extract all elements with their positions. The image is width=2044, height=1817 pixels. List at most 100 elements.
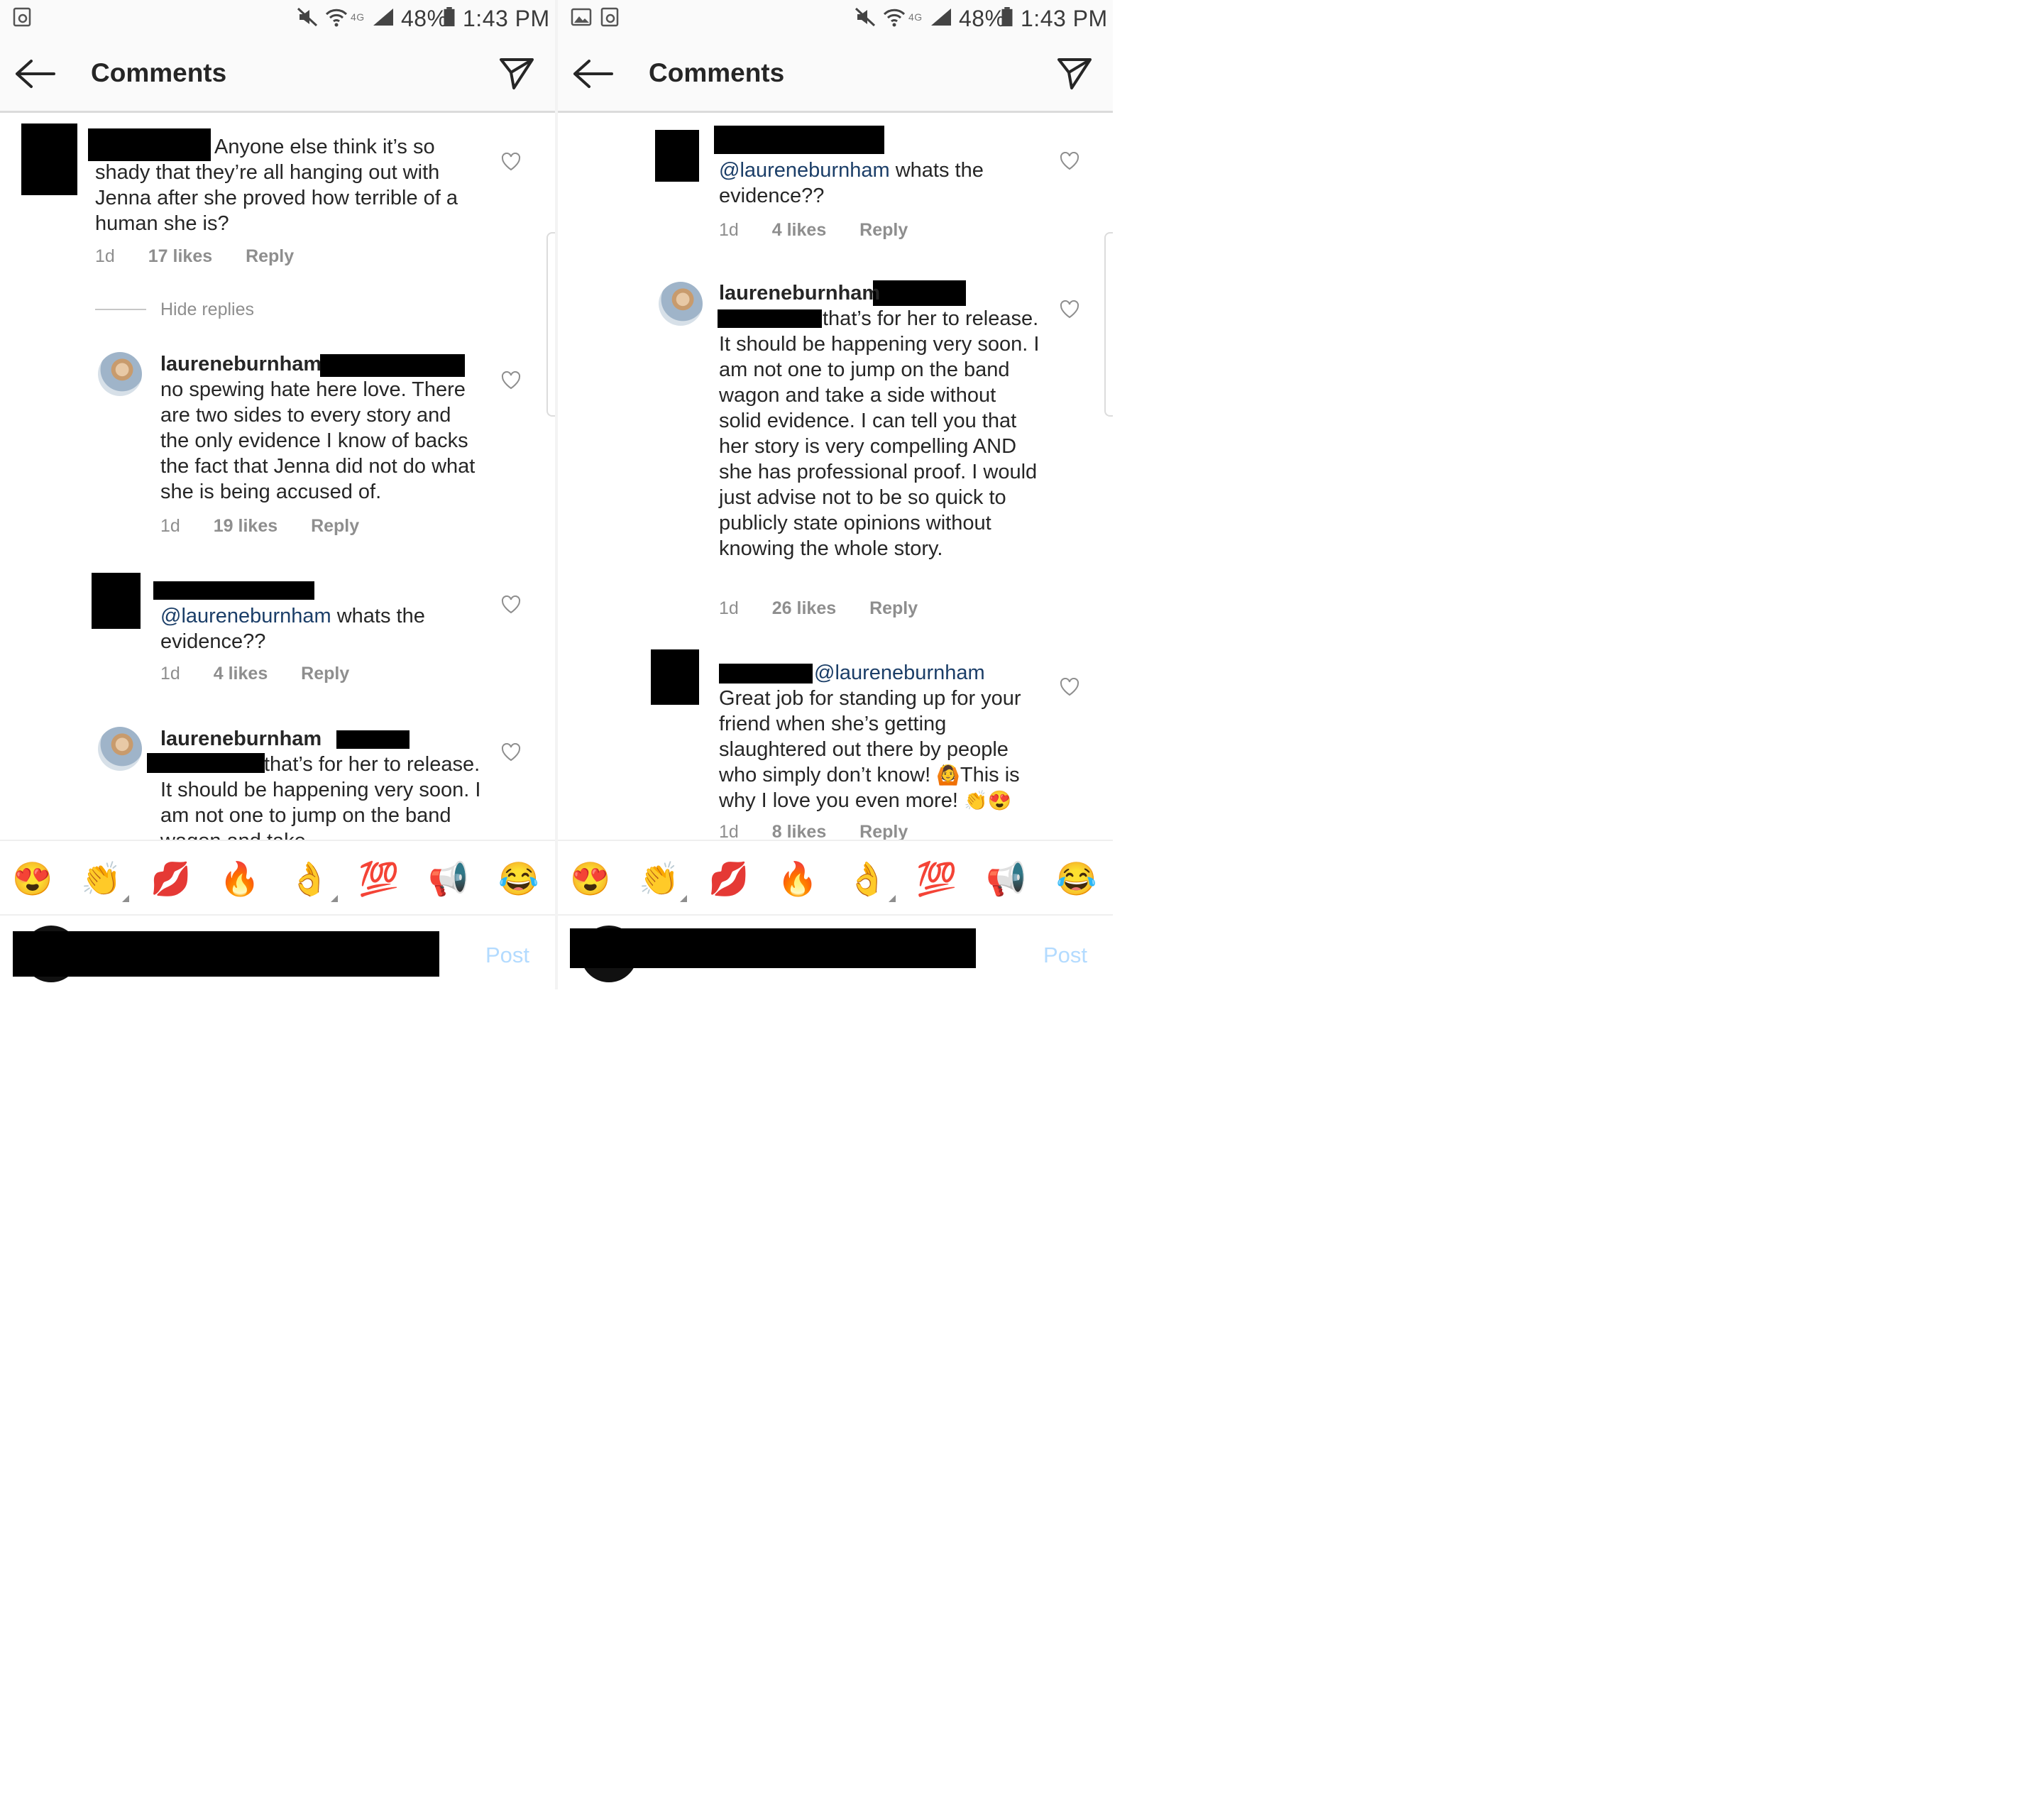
page-title: Comments [649,58,785,87]
comment-mention[interactable]: @laureneburnham [719,159,890,182]
emoji-kiss[interactable]: 💋 [707,857,751,901]
comment-age: 1d [95,246,115,266]
back-arrow-icon[interactable] [14,58,55,89]
avatar[interactable] [659,282,703,326]
mute-icon [855,7,876,27]
reply-button[interactable]: Reply [311,516,359,536]
emoji-megaphone[interactable]: 📢 [984,857,1028,901]
comment-item: @laureneburnham whats the evidence?? 1d … [0,571,555,699]
emoji-ok-hand[interactable]: 👌 [287,857,331,901]
emoji-quick-bar: 😍 👏 💋 🔥 👌 💯 📢 😂 [558,840,1113,916]
comments-header: Comments [0,37,555,113]
comment-item: laureneburnham no spewing hate here love… [0,347,555,546]
emoji-fire[interactable]: 🔥 [218,857,262,901]
avatar[interactable] [98,352,142,396]
emoji-heart-eyes[interactable]: 😍 [568,857,612,901]
likes-count[interactable]: 17 likes [148,246,212,266]
reply-button[interactable]: Reply [246,246,294,266]
emoji-hundred[interactable]: 💯 [357,857,401,901]
heart-outline-icon[interactable] [501,153,521,171]
comment-item: @laureneburnham Great job for standing u… [558,648,1113,840]
emoji-megaphone[interactable]: 📢 [427,857,471,901]
comment-item: laureneburnham that’s for her to release… [558,280,1113,621]
redacted-username [153,581,314,600]
avatar[interactable] [651,649,699,705]
page-title: Comments [91,58,227,87]
hide-replies-line [95,309,146,310]
comment-text: Anyone else think it’s so shady that the… [95,134,490,236]
emoji-kiss[interactable]: 💋 [149,857,193,901]
comment-username[interactable]: laureneburnham [160,728,322,750]
emoji-fire[interactable]: 🔥 [776,857,820,901]
comment-text: @laureneburnham Great job for standing u… [719,660,1049,813]
comment-meta: 1d 4 likes Reply [719,220,936,241]
emoji-clap[interactable]: 👏 [637,857,681,901]
emoji-tears-of-joy[interactable]: 😂 [1055,857,1099,901]
avatar[interactable] [92,573,141,629]
gallery-icon [571,8,592,26]
scrollbar[interactable] [1104,232,1113,417]
comment-meta: 1d 26 likes Reply [719,598,946,619]
comment-list[interactable]: Anyone else think it’s so shady that the… [0,113,555,840]
emoji-heart-eyes[interactable]: 😍 [11,857,55,901]
heart-outline-icon[interactable] [1060,152,1079,170]
avatar[interactable] [655,130,699,182]
comment-meta: 1d 4 likes Reply [160,664,378,684]
battery-percent: 48% [959,6,1006,31]
left-screenshot: 4G 48% 1:43 PM Comments Anyone else thin… [0,0,555,989]
signal-icon [373,9,393,26]
comment-text: laureneburnham no spewing hate here love… [160,351,483,505]
likes-count[interactable]: 19 likes [214,516,278,536]
comment-meta: 1d 19 likes Reply [160,516,388,537]
status-time: 1:43 PM [463,6,550,31]
direct-send-icon[interactable] [1056,55,1093,92]
heart-outline-icon[interactable] [1060,300,1079,319]
likes-count[interactable]: 4 likes [772,220,826,240]
mute-icon [297,7,318,27]
comment-item: laureneburnham that’s for her to release… [0,726,555,840]
reply-button[interactable]: Reply [859,220,908,240]
comment-mention[interactable]: @laureneburnham [814,662,985,684]
reply-button[interactable]: Reply [859,822,908,840]
back-arrow-icon[interactable] [572,58,613,89]
comment-username[interactable]: laureneburnham [160,353,322,375]
post-button[interactable]: Post [485,943,529,968]
likes-count[interactable]: 26 likes [772,598,836,618]
heart-outline-icon[interactable] [1060,678,1079,696]
comment-age: 1d [160,516,180,536]
status-bar: 4G 48% 1:43 PM [0,0,555,37]
likes-count[interactable]: 8 likes [772,822,826,840]
reply-button[interactable]: Reply [301,664,349,684]
post-button[interactable]: Post [1043,943,1087,968]
emoji-hundred[interactable]: 💯 [915,857,959,901]
wifi-icon [325,9,348,27]
direct-send-icon[interactable] [498,55,535,92]
heart-outline-icon[interactable] [501,743,521,762]
battery-percent: 48% [401,6,448,31]
reply-button[interactable]: Reply [869,598,918,618]
heart-outline-icon[interactable] [501,371,521,390]
comment-item: @laureneburnham whats the evidence?? 1d … [558,126,1113,253]
avatar[interactable] [98,727,142,771]
avatar[interactable] [21,123,77,195]
comment-body: that’s for her to release. It should be … [160,753,481,840]
comment-list[interactable]: @laureneburnham whats the evidence?? 1d … [558,113,1113,840]
comment-mention[interactable]: @laureneburnham [160,605,331,627]
likes-count[interactable]: 4 likes [214,664,268,684]
comment-username[interactable]: laureneburnham [719,282,880,304]
skin-tone-indicator [331,895,338,902]
emoji-tears-of-joy[interactable]: 😂 [497,857,541,901]
comment-input[interactable] [570,928,976,968]
heart-outline-icon[interactable] [501,595,521,614]
emoji-ok-hand[interactable]: 👌 [845,857,889,901]
comment-item: Anyone else think it’s so shady that the… [0,113,555,276]
comment-input[interactable] [13,931,439,977]
emoji-heart-eyes: 😍 [987,790,1012,811]
skin-tone-indicator [122,895,129,902]
hide-replies-button[interactable]: Hide replies [160,300,254,320]
emoji-person-gesturing: 🙆 [936,764,960,786]
scrollbar[interactable] [546,232,555,417]
battery-icon [1001,7,1013,27]
emoji-clap[interactable]: 👏 [79,857,123,901]
comment-text: @laureneburnham whats the evidence?? [160,603,483,654]
